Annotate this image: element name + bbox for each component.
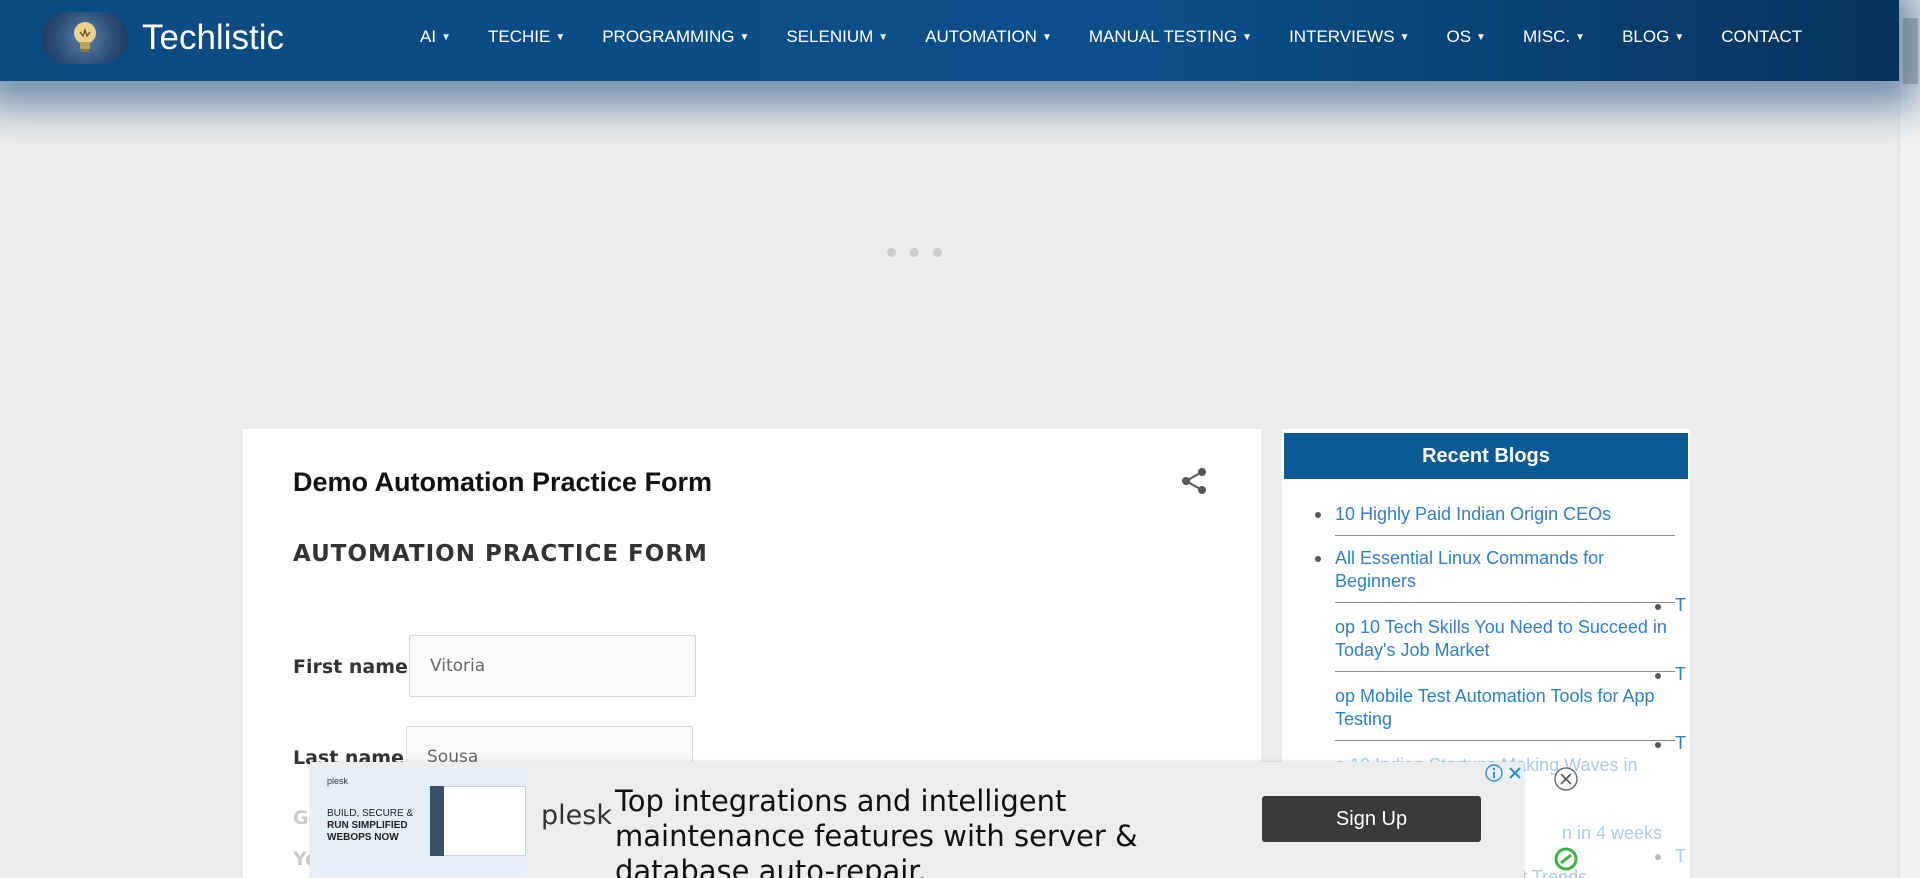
bullet [1315,556,1321,562]
caret-down-icon: ▼ [1242,31,1253,43]
caret-down-icon: ▼ [878,31,889,43]
divider [1335,671,1675,672]
bullet [1655,854,1661,860]
ad-thumb-line: WEBOPS NOW [327,832,399,843]
eco-leaf-icon[interactable] [1554,847,1578,871]
caret-down-icon: ▼ [1674,31,1685,43]
nav-item-programming[interactable]: PROGRAMMING ▼ [602,27,749,47]
caret-down-icon: ▼ [1575,31,1586,43]
bullet [1655,604,1661,610]
blog-link[interactable]: 10 Highly Paid Indian Origin CEOs [1335,503,1675,526]
ad-thumbnail[interactable]: plesk BUILD, SECURE & RUN SIMPLIFIED WEB… [313,768,526,875]
nav-item-selenium[interactable]: SELENIUM ▼ [786,27,888,47]
loading-dot [933,248,942,257]
ad-screenshot-sidebar [430,786,444,856]
ad-logo[interactable]: plesk [541,800,612,831]
scrollbar[interactable] [1899,0,1920,878]
nav-item-manual-testing[interactable]: MANUAL TESTING ▼ [1089,27,1252,47]
nav-item-label: MISC. [1522,27,1571,46]
bullet [1315,512,1321,518]
nav-item-label: TECHIE [487,27,551,46]
ad-info-icon[interactable] [1485,764,1503,782]
nav-item-label: INTERVIEWS [1289,27,1395,46]
nav-item-label: CONTACT [1721,27,1803,46]
nav-item-ai[interactable]: AI ▼ [420,27,451,47]
blog-link[interactable]: n in 4 weeks [1562,822,1692,845]
nav-item-misc[interactable]: MISC. ▼ [1523,27,1585,47]
lightbulb-icon [74,22,96,52]
blog-link[interactable]: All Essential Linux Commands for Beginne… [1335,547,1655,593]
close-ad-icon[interactable] [1553,766,1579,792]
divider [1335,740,1675,741]
nav-item-label: AUTOMATION [925,27,1037,46]
ad-thumb-line: RUN SIMPLIFIED [327,820,408,831]
ad-headline[interactable]: Top integrations and intelligent mainten… [615,784,1255,878]
caret-down-icon: ▼ [441,31,451,43]
first-name-label: First name: [293,656,416,678]
form-heading: AUTOMATION PRACTICE FORM [293,541,708,567]
ad-thumb-text: BUILD, SECURE & RUN SIMPLIFIED WEBOPS NO… [327,808,417,844]
blog-link-initial[interactable]: T [1675,594,1686,617]
bottom-ad-banner[interactable]: plesk BUILD, SECURE & RUN SIMPLIFIED WEB… [310,762,1524,878]
scrollbar-thumb[interactable] [1903,18,1918,84]
sign-up-button[interactable]: Sign Up [1262,796,1481,842]
nav-item-blog[interactable]: BLOG ▼ [1622,27,1684,47]
first-name-input[interactable] [409,635,696,697]
ad-thumb-line: BUILD, SECURE & [327,808,414,819]
site-header: Techlistic AI ▼ TECHIE ▼ PROGRAMMING ▼ SELENIU… [0,0,1899,81]
nav-item-label: MANUAL TESTING [1088,27,1238,46]
divider [1335,602,1675,603]
blog-link-initial[interactable]: T [1675,663,1686,686]
loading-dot [887,248,896,257]
bullet [1655,742,1661,748]
nav-item-interviews[interactable]: INTERVIEWS ▼ [1289,27,1409,47]
share-icon[interactable] [1181,467,1207,495]
loading-dot [910,248,919,257]
nav-item-label: SELENIUM [786,27,874,46]
nav-item-os[interactable]: OS ▼ [1446,27,1485,47]
divider [1335,535,1675,536]
bullet [1655,673,1661,679]
nav-item-automation[interactable]: AUTOMATION ▼ [925,27,1052,47]
blog-link[interactable]: op Mobile Test Automation Tools for App … [1335,685,1690,731]
sidebar-title: Recent Blogs [1284,433,1688,479]
caret-down-icon: ▼ [1476,31,1486,43]
caret-down-icon: ▼ [1041,31,1052,43]
blog-link-initial[interactable]: T [1675,845,1686,868]
ad-thumb-brand: plesk [327,776,349,786]
loading-indicator [887,248,942,257]
logo[interactable] [42,12,128,64]
ad-screenshot-image [430,786,526,856]
nav-item-techie[interactable]: TECHIE ▼ [488,27,565,47]
nav-item-label: PROGRAMMING [602,27,735,46]
nav-item-contact[interactable]: CONTACT [1721,27,1802,47]
caret-down-icon: ▼ [555,31,566,43]
nav-item-label: OS [1446,27,1472,46]
ad-x-icon[interactable] [1506,764,1524,782]
caret-down-icon: ▼ [1399,31,1410,43]
nav-item-label: AI [420,27,437,46]
caret-down-icon: ▼ [739,31,750,43]
blog-link[interactable]: op 10 Tech Skills You Need to Succeed in… [1335,616,1690,662]
brand-name[interactable]: Techlistic [142,18,284,58]
main-nav: AI ▼ TECHIE ▼ PROGRAMMING ▼ SELENIUM ▼ AUTOMATIO… [420,27,1839,47]
nav-item-label: BLOG [1622,27,1670,46]
post-title: Demo Automation Practice Form [293,467,713,497]
blog-link-initial[interactable]: T [1675,732,1686,755]
